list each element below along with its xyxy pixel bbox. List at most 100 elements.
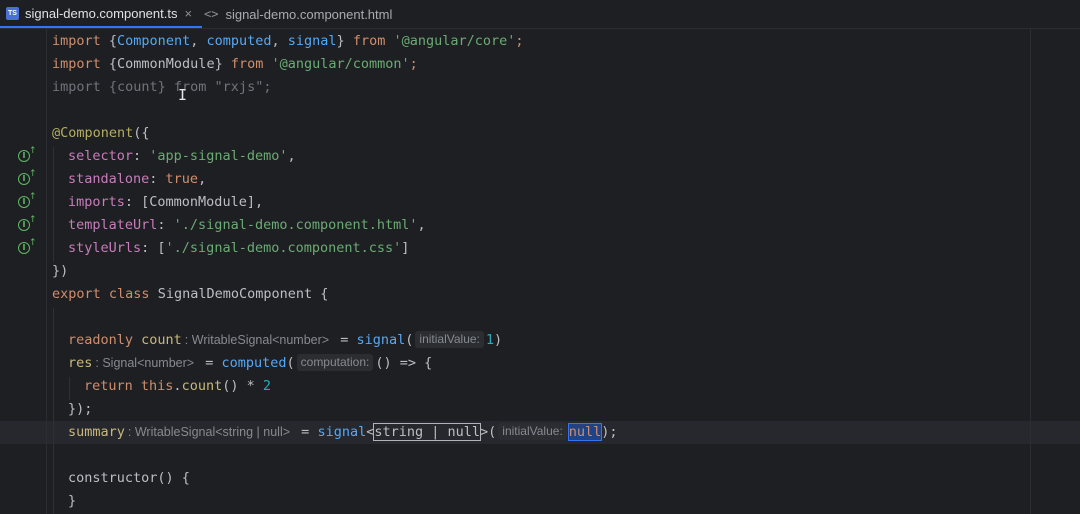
code-token: 'app-signal-demo'	[149, 148, 288, 164]
code-token: readonly	[68, 332, 142, 348]
type-hint: : WritableSignal<string | null>	[127, 425, 291, 439]
parameter-hint: initialValue:	[498, 423, 567, 440]
code-token: () {	[157, 470, 190, 486]
code-token: ;	[515, 33, 524, 49]
code-line[interactable]: res: Signal<number> = computed(computati…	[68, 352, 432, 375]
code-line[interactable]: summary: WritableSignal<string | null> =…	[68, 421, 618, 444]
code-token: import	[52, 56, 109, 72]
code-token: });	[68, 401, 93, 417]
parameter-hint: initialValue:	[415, 331, 484, 348]
type-hint: : Signal<number>	[95, 356, 195, 370]
code-token: count	[181, 378, 223, 394]
code-token: styleUrls	[68, 240, 142, 256]
implements-gutter-icon[interactable]: I ↑	[18, 238, 37, 255]
code-line[interactable]: return this.count() * 2	[84, 375, 271, 398]
code-token: summary	[68, 424, 125, 440]
code-token: : [	[141, 240, 166, 256]
indent-guide	[53, 147, 54, 262]
code-editor[interactable]: I ↑ I ↑ I ↑ I ↑ I ↑ import {Component, comput…	[0, 29, 1080, 514]
code-token: );	[601, 424, 618, 440]
implements-gutter-icon[interactable]: I ↑	[18, 215, 37, 232]
code-token: imports	[68, 194, 125, 210]
code-token: export	[52, 286, 109, 302]
code-token: ]	[401, 240, 410, 256]
code-line[interactable]: styleUrls: ['./signal-demo.component.css…	[68, 237, 409, 260]
code-token: ,	[287, 148, 296, 164]
code-line[interactable]: import {Component, computed, signal} fro…	[52, 30, 524, 53]
code-token: =	[197, 355, 222, 371]
type-hint: : WritableSignal<number>	[184, 333, 330, 347]
code-token: })	[52, 263, 69, 279]
code-token: signal	[317, 424, 367, 440]
right-margin-guide	[1030, 29, 1031, 514]
code-line[interactable]: });	[68, 398, 92, 421]
editor-tab-bar: TS signal-demo.component.ts × <> signal-…	[0, 0, 1080, 29]
code-token: import {count} from "rxjs";	[52, 79, 272, 95]
code-token: >(	[480, 424, 497, 440]
code-line[interactable]: readonly count: WritableSignal<number> =…	[68, 329, 502, 352]
code-token: ({	[133, 125, 150, 141]
code-line[interactable]: import {count} from "rxjs";	[52, 76, 271, 99]
code-token: () => {	[375, 355, 433, 371]
code-line[interactable]: import {CommonModule} from '@angular/com…	[52, 53, 418, 76]
code-token: signal	[287, 33, 337, 49]
code-token: return	[84, 378, 141, 394]
code-line[interactable]: @Component({	[52, 122, 150, 145]
code-line[interactable]: }	[68, 490, 76, 513]
code-token: (	[286, 355, 295, 371]
code-token: }	[336, 33, 353, 49]
code-token: :	[133, 148, 150, 164]
code-line[interactable]: imports: [CommonModule],	[68, 191, 263, 214]
code-token: computed	[221, 355, 287, 371]
code-token: count	[141, 332, 182, 348]
code-token: constructor	[68, 470, 158, 486]
code-token: ,	[190, 33, 207, 49]
ts-file-icon: TS	[6, 6, 19, 20]
code-token: @Component	[52, 125, 134, 141]
code-token: }	[68, 493, 77, 509]
code-token: =	[293, 424, 318, 440]
tab-signal-demo-component-ts[interactable]: TS signal-demo.component.ts ×	[0, 0, 202, 28]
code-token: {CommonModule}	[108, 56, 231, 72]
tab-signal-demo-component-html[interactable]: <> signal-demo.component.html	[204, 0, 392, 28]
code-line[interactable]: export class SignalDemoComponent {	[52, 283, 328, 306]
gutter-divider	[46, 29, 47, 514]
code-line[interactable]: templateUrl: './signal-demo.component.ht…	[68, 214, 426, 237]
code-token: from	[352, 33, 394, 49]
implements-gutter-icon[interactable]: I ↑	[18, 169, 37, 186]
code-line[interactable]: selector: 'app-signal-demo',	[68, 145, 296, 168]
code-token: :	[157, 217, 174, 233]
indent-guide	[53, 308, 54, 514]
code-token: 1	[485, 332, 495, 348]
implements-gutter-icon[interactable]: I ↑	[18, 146, 37, 163]
close-icon[interactable]: ×	[184, 6, 192, 21]
code-token: SignalDemoComponent	[157, 286, 321, 302]
tab-label: signal-demo.component.ts	[25, 5, 178, 21]
code-token: selector	[68, 148, 134, 164]
code-token: 2	[262, 378, 271, 394]
code-token: ,	[271, 33, 288, 49]
mouse-cursor-icon: I	[178, 86, 188, 104]
code-token: './signal-demo.component.html'	[173, 217, 418, 233]
tab-label: signal-demo.component.html	[225, 6, 393, 22]
code-token: from	[230, 56, 272, 72]
code-token: () *	[222, 378, 263, 394]
code-token: : [CommonModule],	[124, 194, 264, 210]
generic-type-selection: string | null	[373, 423, 482, 441]
code-token: templateUrl	[68, 217, 158, 233]
code-token: standalone	[68, 171, 150, 187]
code-token: ,	[417, 217, 426, 233]
parameter-hint: computation:	[296, 354, 374, 371]
code-token: class	[108, 286, 158, 302]
code-token: res	[68, 355, 93, 371]
code-token: .	[173, 378, 182, 394]
code-line[interactable]: })	[52, 260, 68, 283]
code-token: :	[149, 171, 166, 187]
html-file-icon: <>	[204, 7, 219, 21]
code-token: '@angular/common'	[271, 56, 410, 72]
code-token: Component	[117, 33, 191, 49]
implements-gutter-icon[interactable]: I ↑	[18, 192, 37, 209]
code-token: '@angular/core'	[393, 33, 516, 49]
code-line[interactable]: constructor() {	[68, 467, 190, 490]
code-line[interactable]: standalone: true,	[68, 168, 206, 191]
